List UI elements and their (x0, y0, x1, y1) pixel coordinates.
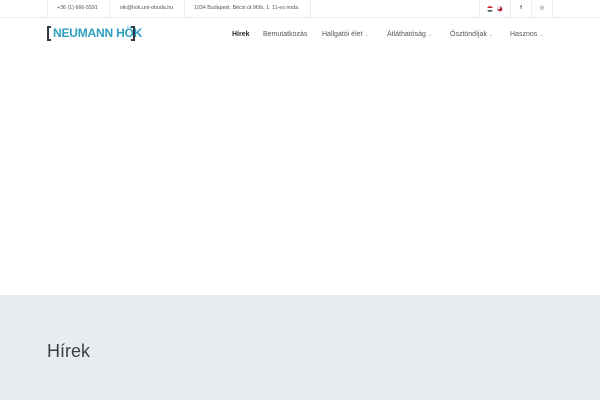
nav-item-label: Bemutatkozás (263, 31, 308, 38)
hero-area (0, 59, 600, 295)
nav-item-hasznos[interactable]: Hasznos ⌄ (510, 26, 543, 43)
chevron-down-icon: ⌄ (427, 32, 433, 38)
nav-item-label: Hírek (232, 31, 250, 38)
nav-item-atlathatosag[interactable]: Átláthatóság ⌄ (387, 26, 432, 43)
nav-item-label: Hasznos (510, 31, 538, 38)
address-text: 1034 Budapest, Bécsi út 96/b, 1. 11-es i… (185, 0, 311, 17)
phone-number[interactable]: +36 (1) 666-5591 (47, 0, 110, 17)
language-switcher (479, 0, 511, 17)
chevron-down-icon: ⌄ (364, 32, 369, 38)
email-link[interactable]: nik@hok.uni-obuda.hu (110, 0, 185, 17)
chevron-down-icon: ⌄ (488, 32, 494, 38)
english-flag-icon[interactable] (497, 6, 503, 12)
instagram-icon[interactable]: ◎ (532, 0, 553, 17)
nav-item-label: Átláthatóság (387, 31, 426, 38)
facebook-icon[interactable]: f (511, 0, 532, 17)
chevron-down-icon: ⌄ (539, 32, 544, 38)
nav-item-hallgatoi-elet[interactable]: Hallgatói élet ⌄ (322, 26, 369, 43)
main-navigation: Hírek Bemutatkozás Hallgatói élet ⌄ Átlát… (0, 26, 600, 43)
nav-item-hirek[interactable]: Hírek (232, 26, 250, 43)
nav-item-label: Hallgatói élet (322, 31, 363, 38)
hungarian-flag-icon[interactable] (487, 6, 493, 12)
page-title: Hírek (47, 341, 91, 361)
nav-item-bemutatkozas[interactable]: Bemutatkozás (263, 26, 307, 43)
nav-item-label: Ösztöndíjak (450, 31, 487, 38)
top-bar: +36 (1) 666-5591 nik@hok.uni-obuda.hu 10… (0, 0, 600, 18)
nav-item-osztondijak[interactable]: Ösztöndíjak ⌄ (450, 26, 493, 43)
